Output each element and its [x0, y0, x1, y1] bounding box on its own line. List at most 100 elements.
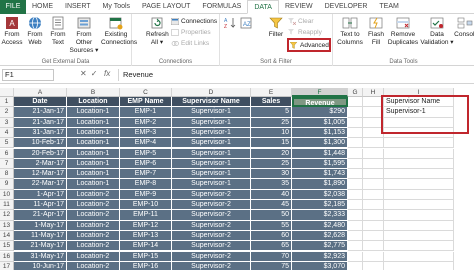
table-cell[interactable]: EMP-1: [120, 107, 172, 118]
table-cell[interactable]: 1-Apr-17: [14, 189, 67, 200]
empty-cell[interactable]: [348, 138, 363, 149]
table-cell[interactable]: EMP-16: [120, 261, 172, 270]
empty-cell[interactable]: [363, 179, 384, 190]
empty-cell[interactable]: [348, 169, 363, 180]
table-cell[interactable]: 2-Mar-17: [14, 158, 67, 170]
row-header[interactable]: 11: [0, 200, 14, 211]
row-header[interactable]: 7: [0, 158, 14, 170]
empty-cell[interactable]: [384, 241, 454, 252]
sort-az-button[interactable]: AZ: [222, 16, 236, 31]
table-cell[interactable]: 31-Jan-17: [14, 127, 67, 139]
column-header-B[interactable]: B: [67, 88, 120, 97]
table-cell[interactable]: Supervisor-1: [172, 107, 251, 118]
column-header-F[interactable]: F: [292, 88, 348, 97]
table-cell[interactable]: $2,333: [292, 210, 348, 221]
table-cell[interactable]: 20: [251, 148, 292, 159]
row-header[interactable]: 6: [0, 148, 14, 159]
table-cell[interactable]: Supervisor-1: [172, 169, 251, 180]
table-cell[interactable]: 20-Feb-17: [14, 148, 67, 159]
reapply-button[interactable]: Reapply: [288, 28, 322, 37]
column-header-E[interactable]: E: [251, 88, 292, 97]
empty-cell[interactable]: [384, 148, 454, 159]
from-other-sources-button[interactable]: From Other Sources ▾: [68, 16, 100, 55]
table-cell[interactable]: Location-2: [67, 241, 120, 252]
row-header[interactable]: 4: [0, 127, 14, 139]
empty-cell[interactable]: [384, 200, 454, 211]
table-cell[interactable]: $1,448: [292, 148, 348, 159]
table-cell[interactable]: EMP-9: [120, 189, 172, 200]
table-cell[interactable]: Supervisor-2: [172, 251, 251, 262]
table-cell[interactable]: $2,923: [292, 251, 348, 262]
text-to-columns-button[interactable]: Text to Columns: [335, 16, 365, 47]
empty-cell[interactable]: [348, 179, 363, 190]
row-header[interactable]: 5: [0, 138, 14, 149]
empty-cell[interactable]: [363, 189, 384, 200]
table-cell[interactable]: Location-2: [67, 220, 120, 231]
table-cell[interactable]: $1,890: [292, 179, 348, 190]
table-cell[interactable]: 10-Jun-17: [14, 261, 67, 270]
empty-cell[interactable]: [348, 241, 363, 252]
table-cell[interactable]: Supervisor-1: [172, 158, 251, 170]
table-cell[interactable]: EMP-4: [120, 138, 172, 149]
row-header[interactable]: 12: [0, 210, 14, 221]
table-cell[interactable]: Location-2: [67, 189, 120, 200]
data-validation-button[interactable]: Data Validation ▾: [420, 16, 454, 47]
tab-page-layout[interactable]: PAGE LAYOUT: [136, 0, 196, 14]
table-cell[interactable]: 40: [251, 189, 292, 200]
from-text-button[interactable]: From Text: [47, 16, 69, 47]
clear-button[interactable]: Clear: [288, 17, 314, 26]
empty-cell[interactable]: [384, 230, 454, 242]
row-header[interactable]: 17: [0, 261, 14, 270]
column-header-G[interactable]: G: [348, 88, 363, 97]
table-cell[interactable]: $2,480: [292, 220, 348, 231]
table-cell[interactable]: Supervisor-2: [172, 210, 251, 221]
empty-cell[interactable]: [363, 241, 384, 252]
filter-button[interactable]: Filter: [266, 16, 286, 39]
column-header-A[interactable]: A: [14, 88, 67, 97]
table-cell[interactable]: Location-2: [67, 251, 120, 262]
row-header[interactable]: 16: [0, 251, 14, 262]
tab-insert[interactable]: INSERT: [59, 0, 97, 14]
empty-cell[interactable]: [363, 200, 384, 211]
table-cell[interactable]: 25: [251, 117, 292, 128]
row-header[interactable]: 14: [0, 230, 14, 242]
table-cell[interactable]: $3,070: [292, 261, 348, 270]
tab-my-tools[interactable]: My Tools: [97, 0, 137, 14]
empty-cell[interactable]: [363, 220, 384, 231]
tab-data[interactable]: DATA: [247, 0, 279, 14]
table-cell[interactable]: 5: [251, 107, 292, 118]
table-cell[interactable]: EMP-5: [120, 148, 172, 159]
empty-cell[interactable]: [363, 138, 384, 149]
table-cell[interactable]: 15: [251, 138, 292, 149]
table-header-cell[interactable]: EMP Name: [120, 97, 172, 108]
sort-button[interactable]: AZ: [238, 16, 252, 31]
empty-cell[interactable]: [384, 158, 454, 170]
column-header-D[interactable]: D: [172, 88, 251, 97]
empty-cell[interactable]: [348, 251, 363, 262]
cancel-icon[interactable]: ✕: [80, 69, 91, 78]
row-header[interactable]: 1: [0, 97, 14, 108]
table-cell[interactable]: Location-1: [67, 179, 120, 190]
consolidate-button[interactable]: Consoli: [454, 16, 474, 39]
table-cell[interactable]: $2,038: [292, 189, 348, 200]
row-header[interactable]: 3: [0, 117, 14, 128]
table-cell[interactable]: $1,153: [292, 127, 348, 139]
empty-cell[interactable]: [384, 220, 454, 231]
table-cell[interactable]: EMP-3: [120, 127, 172, 139]
row-header[interactable]: 9: [0, 179, 14, 190]
table-cell[interactable]: 10-Feb-17: [14, 138, 67, 149]
edit-links-button[interactable]: Edit Links: [171, 39, 209, 48]
tab-review[interactable]: REVIEW: [279, 0, 319, 14]
empty-cell[interactable]: [363, 251, 384, 262]
table-cell[interactable]: Supervisor-1: [172, 179, 251, 190]
table-cell[interactable]: Supervisor-1: [172, 127, 251, 139]
empty-cell[interactable]: [384, 251, 454, 262]
row-header[interactable]: 13: [0, 220, 14, 231]
remove-duplicates-button[interactable]: Remove Duplicates: [387, 16, 419, 47]
name-box[interactable]: F1: [2, 69, 54, 81]
empty-cell[interactable]: [384, 179, 454, 190]
empty-cell[interactable]: [348, 200, 363, 211]
empty-cell[interactable]: [363, 261, 384, 270]
empty-cell[interactable]: [384, 138, 454, 149]
table-cell[interactable]: Supervisor-2: [172, 261, 251, 270]
